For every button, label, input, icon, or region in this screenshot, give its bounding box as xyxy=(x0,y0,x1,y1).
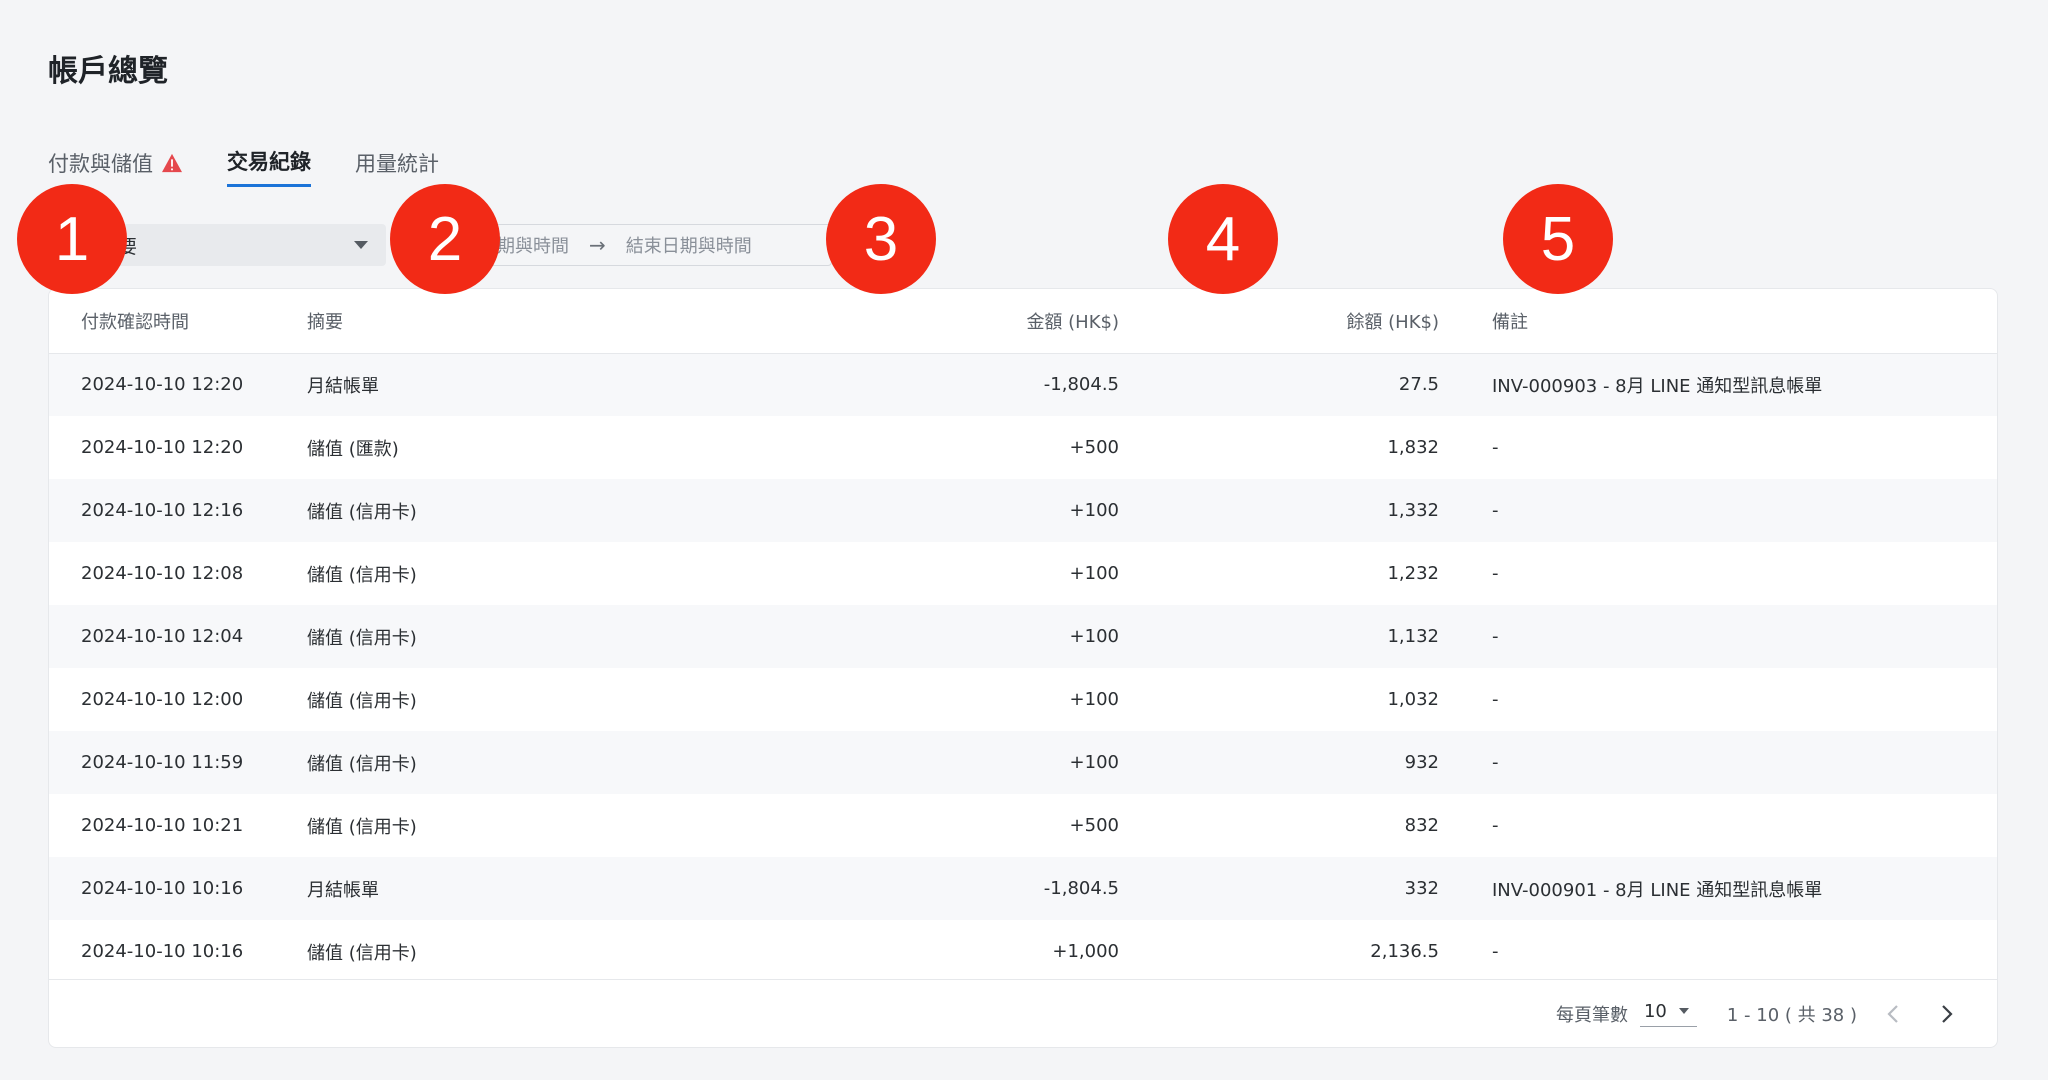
cell-note: - xyxy=(1492,689,1499,710)
tab-usage-label: 用量統計 xyxy=(355,151,439,176)
table-row[interactable]: 2024-10-10 10:16 儲值 (信用卡) +1,000 2,136.5 - xyxy=(49,920,1997,983)
tab-payment[interactable]: 付款與儲值 xyxy=(48,146,183,187)
cell-amount: +500 xyxy=(1069,437,1119,458)
cell-time: 2024-10-10 12:00 xyxy=(81,689,244,710)
cell-summary: 月結帳單 xyxy=(307,375,379,397)
cell-time: 2024-10-10 12:08 xyxy=(81,563,244,584)
annotation-marker-4: 4 xyxy=(1168,184,1278,294)
cell-balance: 2,136.5 xyxy=(1370,941,1439,962)
column-header-balance: 餘額 (HK$) xyxy=(1119,289,1439,354)
tab-transactions[interactable]: 交易紀錄 xyxy=(227,146,311,187)
cell-note: - xyxy=(1492,437,1499,458)
start-date-input[interactable]: 期與時間 xyxy=(497,232,569,258)
annotation-marker-5: 5 xyxy=(1503,184,1613,294)
cell-summary: 儲值 (匯款) xyxy=(307,438,399,460)
cell-note: - xyxy=(1492,626,1499,647)
cell-amount: +100 xyxy=(1069,689,1119,710)
chevron-right-icon xyxy=(1942,1004,1953,1023)
chevron-left-icon xyxy=(1887,1004,1898,1023)
rows-per-page-value: 10 xyxy=(1643,1000,1667,1022)
cell-summary: 儲值 (信用卡) xyxy=(307,690,417,712)
cell-note: - xyxy=(1492,500,1499,521)
cell-summary: 儲值 (信用卡) xyxy=(307,816,417,838)
cell-time: 2024-10-10 11:59 xyxy=(81,752,244,773)
prev-page-button[interactable] xyxy=(1875,996,1911,1032)
table-row[interactable]: 2024-10-10 12:20 儲值 (匯款) +500 1,832 - xyxy=(49,416,1997,479)
annotation-marker-2: 2 xyxy=(390,184,500,294)
column-header-amount: 金額 (HK$) xyxy=(657,289,1119,354)
cell-time: 2024-10-10 10:21 xyxy=(81,815,244,836)
table-row[interactable]: 2024-10-10 12:00 儲值 (信用卡) +100 1,032 - xyxy=(49,668,1997,731)
cell-balance: 1,132 xyxy=(1387,626,1439,647)
cell-time: 2024-10-10 10:16 xyxy=(81,941,244,962)
annotation-marker-1: 1 xyxy=(17,184,127,294)
table-row[interactable]: 2024-10-10 12:04 儲值 (信用卡) +100 1,132 - xyxy=(49,605,1997,668)
cell-amount: -1,804.5 xyxy=(1043,374,1119,396)
warning-icon xyxy=(162,153,182,172)
column-header-note: 備註 xyxy=(1439,289,1997,354)
table-pagination: 每頁筆數 10 1 - 10 ( 共 38 ) xyxy=(49,979,1997,1047)
cell-note: - xyxy=(1492,815,1499,836)
rows-per-page-select[interactable]: 10 xyxy=(1639,1000,1697,1027)
tab-transactions-label: 交易紀錄 xyxy=(227,150,311,174)
cell-balance: 332 xyxy=(1404,878,1439,899)
page-title: 帳戶總覽 xyxy=(48,54,168,89)
cell-summary: 儲值 (信用卡) xyxy=(307,501,417,523)
rows-per-page-label: 每頁筆數 xyxy=(1555,1004,1628,1026)
transactions-table: 付款確認時間 摘要 金額 (HK$) 餘額 (HK$) 備註 2024-10-1… xyxy=(49,289,1997,983)
cell-note: INV-000901 - 8月 LINE 通知型訊息帳單 xyxy=(1492,879,1823,901)
cell-amount: +500 xyxy=(1069,815,1119,836)
cell-balance: 1,232 xyxy=(1387,563,1439,584)
tab-usage[interactable]: 用量統計 xyxy=(355,146,439,187)
cell-amount: +100 xyxy=(1069,626,1119,647)
cell-amount: +100 xyxy=(1069,752,1119,773)
cell-balance: 932 xyxy=(1404,752,1439,773)
cell-amount: +100 xyxy=(1069,563,1119,584)
table-row[interactable]: 2024-10-10 10:21 儲值 (信用卡) +500 832 - xyxy=(49,794,1997,857)
cell-amount: +100 xyxy=(1069,500,1119,521)
table-row[interactable]: 2024-10-10 10:16 月結帳單 -1,804.5 332 INV-00090… xyxy=(49,857,1997,920)
rows-per-page: 每頁筆數 10 xyxy=(1556,1001,1697,1027)
table-row[interactable]: 2024-10-10 11:59 儲值 (信用卡) +100 932 - xyxy=(49,731,1997,794)
cell-balance: 1,332 xyxy=(1387,500,1439,521)
cell-time: 2024-10-10 10:16 xyxy=(81,878,244,899)
cell-amount: -1,804.5 xyxy=(1043,878,1119,899)
cell-note: - xyxy=(1492,752,1499,773)
cell-time: 2024-10-10 12:04 xyxy=(81,626,244,647)
table-row[interactable]: 2024-10-10 12:08 儲值 (信用卡) +100 1,232 - xyxy=(49,542,1997,605)
cell-summary: 儲值 (信用卡) xyxy=(307,564,417,586)
pagination-range: 1 - 10 ( 共 38 ) xyxy=(1726,1004,1857,1026)
annotation-marker-3: 3 xyxy=(826,184,936,294)
caret-down-icon xyxy=(354,241,368,249)
column-header-time: 付款確認時間 xyxy=(49,289,307,354)
cell-summary: 儲值 (信用卡) xyxy=(307,753,417,775)
cell-note: INV-000903 - 8月 LINE 通知型訊息帳單 xyxy=(1492,375,1823,397)
transactions-card: 付款確認時間 摘要 金額 (HK$) 餘額 (HK$) 備註 2024-10-1… xyxy=(48,288,1998,1048)
cell-note: - xyxy=(1492,563,1499,584)
cell-time: 2024-10-10 12:16 xyxy=(81,500,244,521)
table-header-row: 付款確認時間 摘要 金額 (HK$) 餘額 (HK$) 備註 xyxy=(49,289,1997,354)
cell-amount: +1,000 xyxy=(1052,941,1119,962)
end-date-input[interactable]: 結束日期與時間 xyxy=(626,232,752,258)
cell-balance: 1,032 xyxy=(1387,689,1439,710)
table-row[interactable]: 2024-10-10 12:16 儲值 (信用卡) +100 1,332 - xyxy=(49,479,1997,542)
next-page-button[interactable] xyxy=(1929,996,1965,1032)
cell-balance: 1,832 xyxy=(1387,437,1439,458)
cell-time: 2024-10-10 12:20 xyxy=(81,374,244,396)
cell-summary: 儲值 (信用卡) xyxy=(307,627,417,649)
cell-balance: 27.5 xyxy=(1398,374,1439,396)
column-header-summary: 摘要 xyxy=(307,289,657,354)
cell-summary: 儲值 (信用卡) xyxy=(307,942,417,964)
table-row[interactable]: 2024-10-10 12:20 月結帳單 -1,804.5 27.5 INV-0009… xyxy=(49,353,1997,416)
cell-balance: 832 xyxy=(1404,815,1439,836)
tab-bar: 付款與儲值 交易紀錄 用量統計 xyxy=(48,146,439,187)
cell-note: - xyxy=(1492,941,1499,962)
tab-payment-label: 付款與儲值 xyxy=(48,151,153,176)
arrow-right-icon: → xyxy=(589,233,606,257)
caret-down-icon xyxy=(1678,1008,1689,1014)
cell-time: 2024-10-10 12:20 xyxy=(81,437,244,458)
cell-summary: 月結帳單 xyxy=(307,879,379,901)
